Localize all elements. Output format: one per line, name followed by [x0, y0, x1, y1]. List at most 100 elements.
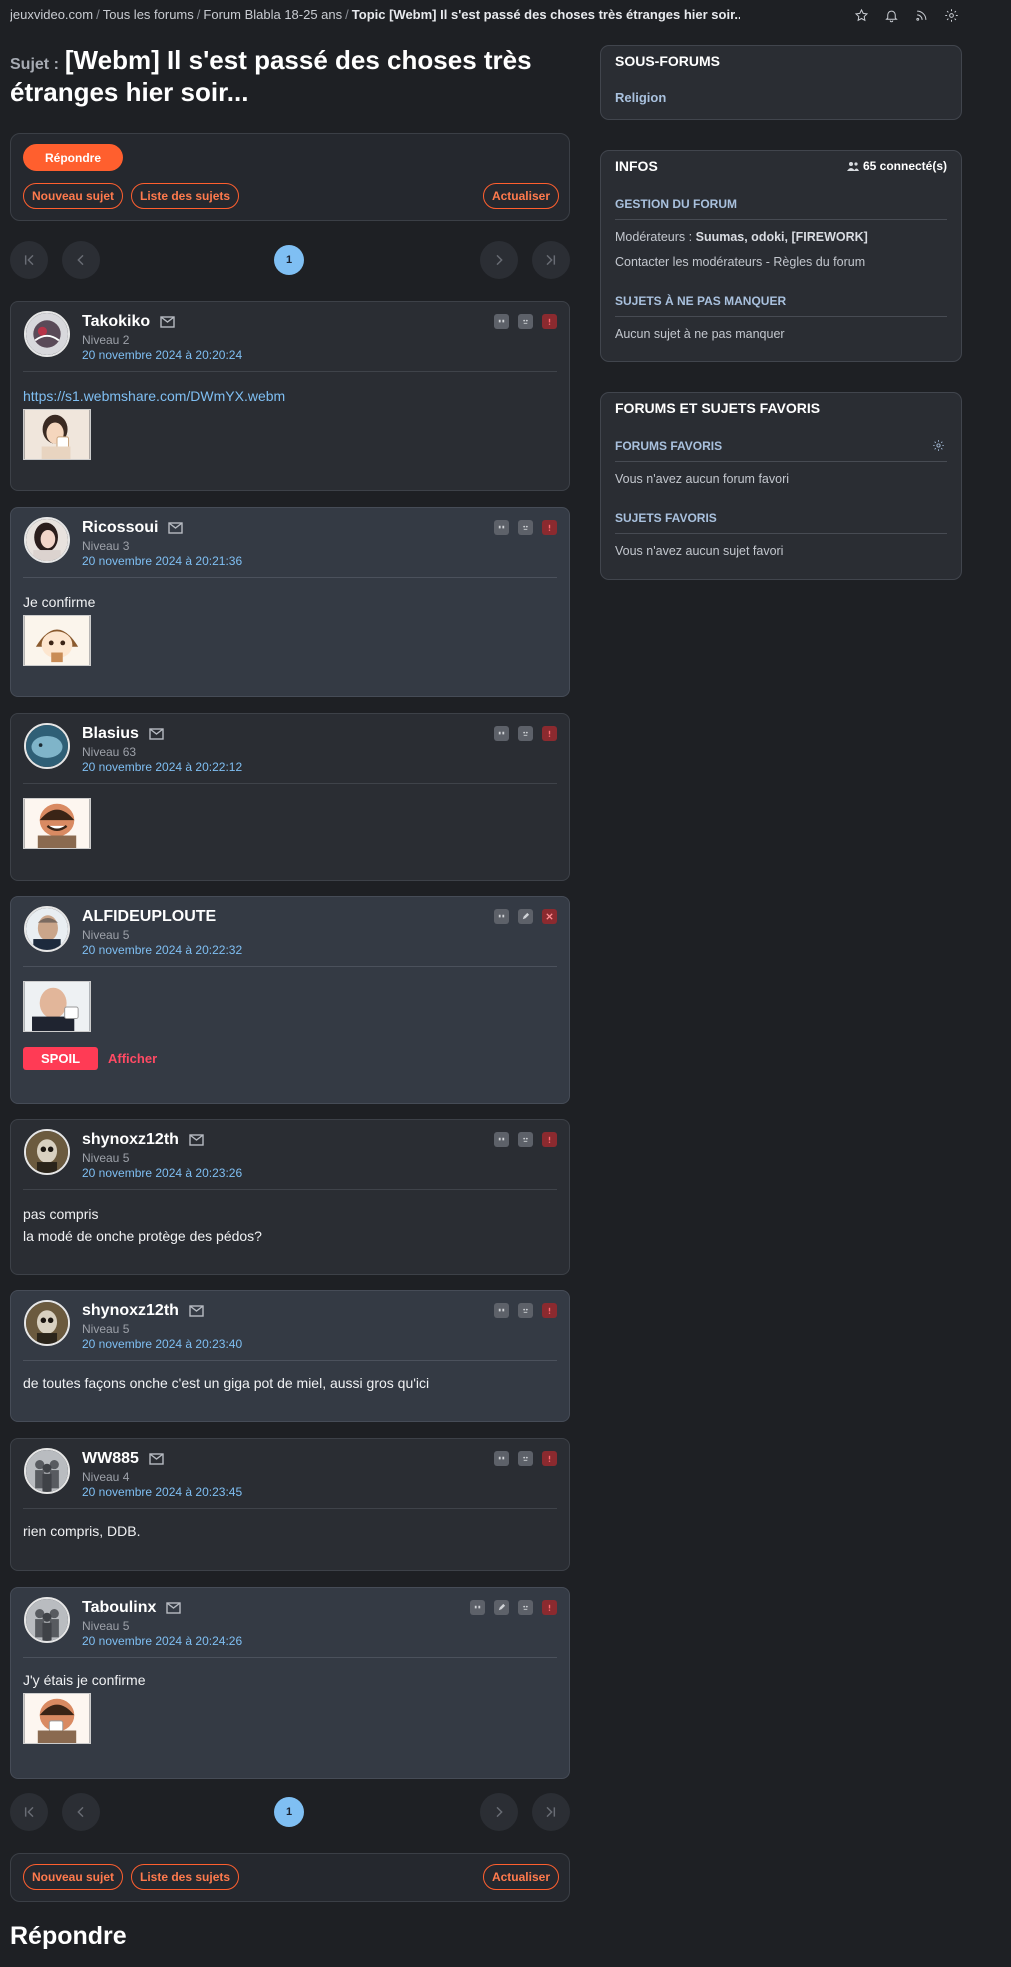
gear-icon[interactable] [941, 5, 961, 25]
prev-page-icon[interactable] [62, 241, 100, 279]
blacklist-icon[interactable] [518, 1600, 533, 1615]
current-page[interactable]: 1 [274, 1797, 304, 1827]
quote-icon[interactable] [494, 1451, 509, 1466]
report-icon[interactable] [542, 1600, 557, 1615]
subforums-title: SOUS-FORUMS [615, 53, 720, 69]
reply-button[interactable]: Répondre [23, 144, 124, 171]
last-page-icon[interactable] [532, 241, 570, 279]
report-icon[interactable] [542, 520, 557, 535]
post-date[interactable]: 20 novembre 2024 à 20:22:12 [82, 760, 242, 774]
topic-actions-top: Répondre Nouveau sujet Liste des sujets … [10, 133, 570, 221]
next-page-icon[interactable] [480, 241, 518, 279]
favorites-title: FORUMS ET SUJETS FAVORIS [615, 400, 821, 416]
post-author[interactable]: Ricossoui [82, 519, 158, 537]
quote-icon[interactable] [494, 520, 509, 535]
avatar[interactable] [24, 311, 70, 357]
connected-count[interactable]: 65 connecté(s) [846, 159, 947, 173]
mail-icon[interactable] [189, 1305, 204, 1317]
post-author[interactable]: Blasius [82, 725, 139, 743]
report-icon[interactable] [542, 1303, 557, 1318]
spoil-button[interactable]: SPOIL [23, 1047, 99, 1070]
post-level: Niveau 5 [82, 1151, 130, 1165]
report-icon[interactable] [542, 1451, 557, 1466]
breadcrumb-home[interactable]: jeuxvideo.com [10, 7, 93, 22]
blacklist-icon[interactable] [518, 314, 533, 329]
post-actions [494, 726, 557, 741]
quote-icon[interactable] [470, 1600, 485, 1615]
next-page-icon[interactable] [480, 1793, 518, 1831]
prev-page-icon[interactable] [62, 1793, 100, 1831]
post-author[interactable]: shynoxz12th [82, 1302, 179, 1320]
current-page[interactable]: 1 [274, 245, 304, 275]
first-page-icon[interactable] [10, 241, 48, 279]
sticker-image[interactable] [23, 409, 91, 460]
blacklist-icon[interactable] [518, 1451, 533, 1466]
avatar[interactable] [24, 1448, 70, 1494]
must-see-empty: Aucun sujet à ne pas manquer [615, 327, 785, 341]
mail-icon[interactable] [168, 522, 184, 534]
post-date[interactable]: 20 novembre 2024 à 20:20:24 [82, 348, 242, 362]
blacklist-icon[interactable] [518, 520, 533, 535]
post-author[interactable]: Taboulinx [82, 1599, 156, 1617]
post-date[interactable]: 20 novembre 2024 à 20:22:32 [82, 943, 242, 957]
quote-icon[interactable] [494, 314, 509, 329]
mail-icon[interactable] [149, 728, 164, 740]
post-date[interactable]: 20 novembre 2024 à 20:24:26 [82, 1634, 242, 1648]
spoil-show-link[interactable]: Afficher [108, 1048, 157, 1070]
avatar[interactable] [24, 1597, 70, 1643]
first-page-icon[interactable] [10, 1793, 48, 1831]
quote-icon[interactable] [494, 1132, 509, 1147]
blacklist-icon[interactable] [518, 1303, 533, 1318]
favorite-forums-title: FORUMS FAVORIS [615, 439, 723, 453]
moderators-list[interactable]: Suumas, odoki, [FIREWORK] [696, 230, 868, 244]
post-author[interactable]: Takokiko [82, 313, 150, 331]
post-link[interactable]: https://s1.webmshare.com/DWmYX.webm [23, 388, 285, 404]
report-icon[interactable] [542, 726, 557, 741]
mail-icon[interactable] [149, 1453, 164, 1465]
post-author[interactable]: shynoxz12th [82, 1131, 179, 1149]
sticker-image[interactable] [23, 981, 91, 1032]
last-page-icon[interactable] [532, 1793, 570, 1831]
new-topic-button[interactable]: Nouveau sujet [23, 183, 124, 209]
sticker-image[interactable] [23, 1693, 91, 1744]
sticker-image[interactable] [23, 615, 91, 666]
bell-icon[interactable] [881, 5, 901, 25]
avatar[interactable] [24, 1300, 70, 1346]
report-icon[interactable] [542, 314, 557, 329]
star-icon[interactable] [851, 5, 871, 25]
mail-icon[interactable] [189, 1134, 204, 1146]
rss-icon[interactable] [911, 5, 931, 25]
report-icon[interactable] [542, 1132, 557, 1147]
topic-list-button[interactable]: Liste des sujets [131, 1864, 240, 1890]
subforum-item[interactable]: Religion [615, 90, 666, 105]
refresh-button[interactable]: Actualiser [482, 1864, 559, 1890]
post-author[interactable]: ALFIDEUPLOUTE [82, 908, 216, 926]
new-topic-button[interactable]: Nouveau sujet [23, 1864, 124, 1890]
post-author[interactable]: WW885 [82, 1450, 139, 1468]
quote-icon[interactable] [494, 1303, 509, 1318]
post-date[interactable]: 20 novembre 2024 à 20:23:45 [82, 1485, 242, 1499]
blacklist-icon[interactable] [518, 726, 533, 741]
avatar[interactable] [24, 723, 70, 769]
edit-icon[interactable] [518, 909, 533, 924]
avatar[interactable] [24, 517, 70, 563]
delete-icon[interactable] [542, 909, 557, 924]
edit-icon[interactable] [494, 1600, 509, 1615]
post-date[interactable]: 20 novembre 2024 à 20:23:40 [82, 1337, 242, 1351]
breadcrumb-forum[interactable]: Forum Blabla 18-25 ans [203, 7, 342, 22]
contact-moderators-link[interactable]: Contacter les modérateurs - Règles du fo… [615, 255, 865, 269]
topic-list-button[interactable]: Liste des sujets [131, 183, 240, 209]
mail-icon[interactable] [166, 1602, 182, 1614]
sticker-image[interactable] [23, 798, 91, 849]
breadcrumb-all-forums[interactable]: Tous les forums [103, 7, 194, 22]
post-date[interactable]: 20 novembre 2024 à 20:21:36 [82, 554, 242, 568]
blacklist-icon[interactable] [518, 1132, 533, 1147]
post-date[interactable]: 20 novembre 2024 à 20:23:26 [82, 1166, 242, 1180]
mail-icon[interactable] [160, 316, 175, 328]
avatar[interactable] [24, 906, 70, 952]
quote-icon[interactable] [494, 726, 509, 741]
refresh-button[interactable]: Actualiser [482, 183, 559, 209]
quote-icon[interactable] [494, 909, 509, 924]
gear-icon[interactable] [932, 439, 945, 452]
avatar[interactable] [24, 1129, 70, 1175]
